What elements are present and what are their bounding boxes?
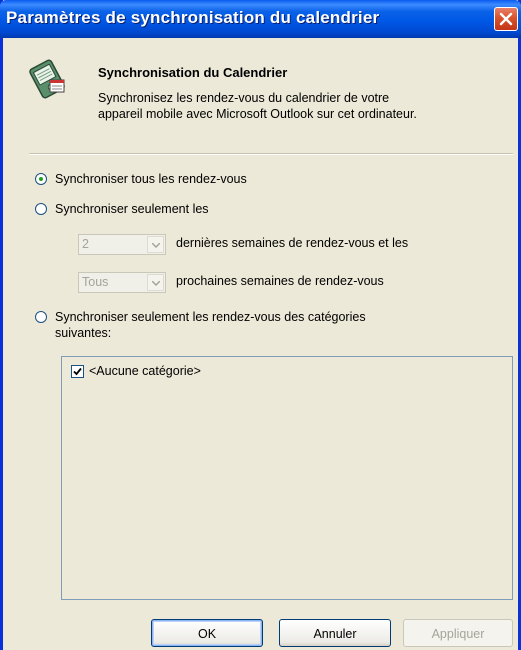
dialog-window: Paramètres de synchronisation du calendr… <box>0 0 521 650</box>
header-description-line: Synchronisez les rendez-vous du calendri… <box>98 91 390 105</box>
header-description: Synchronisez les rendez-vous du calendri… <box>98 90 518 122</box>
future-weeks-text: prochaines semaines de rendez-vous <box>176 274 384 288</box>
future-weeks-value: Tous <box>82 275 109 289</box>
past-weeks-value: 2 <box>82 237 89 251</box>
categories-list[interactable]: <Aucune catégorie> <box>61 356 513 600</box>
chevron-down-icon[interactable] <box>147 274 164 291</box>
past-weeks-combo[interactable]: 2 <box>78 234 166 255</box>
radio-sync-categories-button[interactable] <box>35 311 47 323</box>
radio-sync-all-label[interactable]: Synchroniser tous les rendez-vous <box>55 171 247 187</box>
cancel-button[interactable]: Annuler <box>279 619 391 647</box>
chevron-down-icon[interactable] <box>147 236 164 253</box>
radio-sync-categories-label[interactable]: Synchroniser seulement les rendez-vous d… <box>55 309 366 341</box>
apply-button[interactable]: Appliquer <box>403 619 513 647</box>
radio-sync-only[interactable]: Synchroniser seulement les <box>35 201 209 217</box>
future-weeks-combo[interactable]: Tous <box>78 272 166 293</box>
past-weeks-text: dernières semaines de rendez-vous et les <box>176 236 409 250</box>
category-label[interactable]: <Aucune catégorie> <box>89 364 201 378</box>
radio-sync-categories[interactable]: Synchroniser seulement les rendez-vous d… <box>35 309 366 341</box>
radio-sync-categories-label-line: suivantes: <box>55 326 112 340</box>
header-title: Synchronisation du Calendrier <box>98 65 288 80</box>
close-button[interactable] <box>494 7 518 31</box>
window-title: Paramètres de synchronisation du calendr… <box>6 8 380 27</box>
header-description-line: appareil mobile avec Microsoft Outlook s… <box>98 107 417 121</box>
title-bar[interactable]: Paramètres de synchronisation du calendr… <box>0 0 521 38</box>
radio-sync-only-button[interactable] <box>35 203 47 215</box>
calendar-device-icon <box>26 58 68 100</box>
radio-sync-all[interactable]: Synchroniser tous les rendez-vous <box>35 171 247 187</box>
radio-sync-all-button[interactable] <box>35 173 47 185</box>
list-item[interactable]: <Aucune catégorie> <box>71 364 201 378</box>
radio-sync-categories-label-line: Synchroniser seulement les rendez-vous d… <box>55 310 366 324</box>
radio-sync-only-label[interactable]: Synchroniser seulement les <box>55 201 209 217</box>
ok-button[interactable]: OK <box>151 619 263 647</box>
category-checkbox[interactable] <box>71 364 84 378</box>
separator <box>29 153 513 155</box>
